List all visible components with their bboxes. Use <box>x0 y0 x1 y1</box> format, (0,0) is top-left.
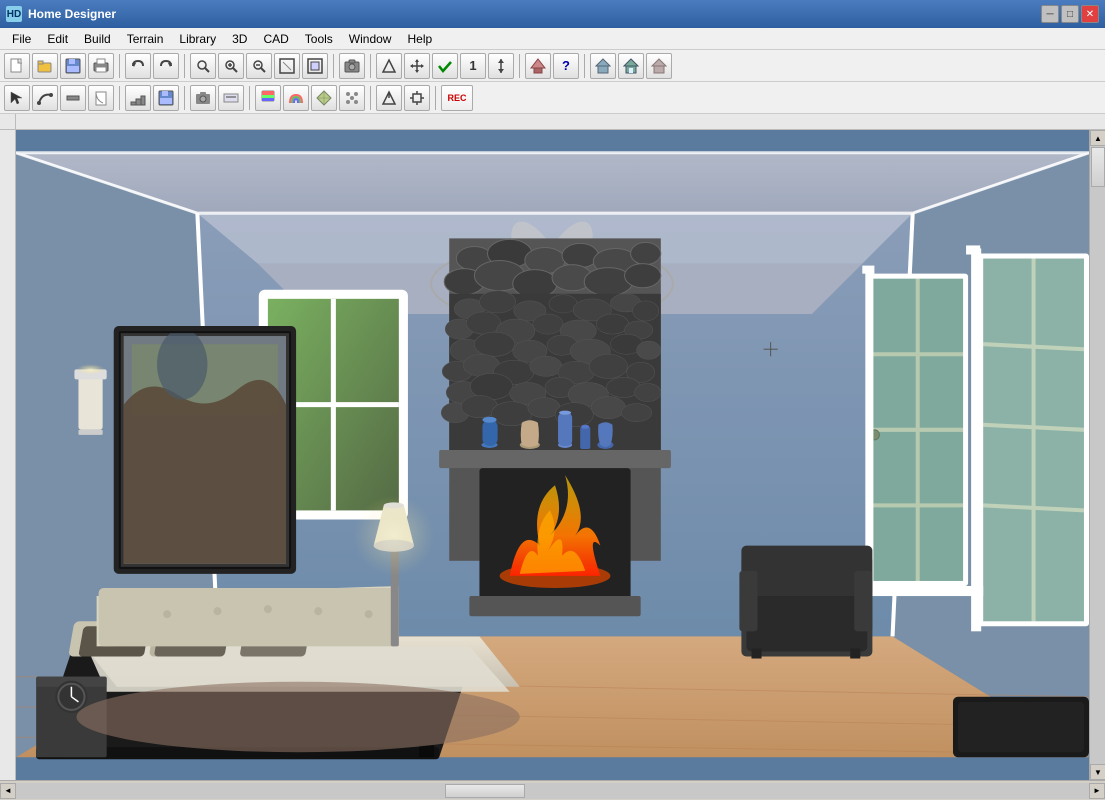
tb-sep-6 <box>584 54 585 78</box>
top-ruler <box>16 114 1105 130</box>
tb2-sep-1 <box>119 86 120 110</box>
transform-button[interactable] <box>404 85 430 111</box>
scroll-down-button[interactable]: ▼ <box>1090 764 1105 780</box>
redo-button[interactable] <box>153 53 179 79</box>
scroll-thumb[interactable] <box>1091 147 1105 187</box>
canvas-area[interactable] <box>16 130 1089 780</box>
menu-file[interactable]: File <box>4 30 39 48</box>
up-arrow-button[interactable] <box>376 53 402 79</box>
house3-button[interactable] <box>646 53 672 79</box>
zoom-magnify-button[interactable] <box>190 53 216 79</box>
bottom-bar: ◄ ► <box>0 780 1105 800</box>
menu-help[interactable]: Help <box>399 30 440 48</box>
menu-library[interactable]: Library <box>171 30 224 48</box>
maximize-button[interactable]: □ <box>1061 5 1079 23</box>
door-tool-button[interactable] <box>88 85 114 111</box>
tb2-sep-5 <box>435 86 436 110</box>
rec-button[interactable]: REC <box>441 85 473 111</box>
title-controls: ─ □ ✕ <box>1041 5 1099 23</box>
scroll-up-button[interactable]: ▲ <box>1090 130 1105 146</box>
print-button[interactable] <box>88 53 114 79</box>
save-button[interactable] <box>60 53 86 79</box>
texture-button[interactable] <box>311 85 337 111</box>
tb-sep-4 <box>370 54 371 78</box>
tb2-sep-3 <box>249 86 250 110</box>
zoom-out-button[interactable] <box>246 53 272 79</box>
wall-tool-button[interactable] <box>60 85 86 111</box>
scroll-track[interactable] <box>1090 146 1105 764</box>
open-button[interactable] <box>32 53 58 79</box>
toolbar1: 1 ? <box>0 50 1105 82</box>
measure-button[interactable]: 1 <box>460 53 486 79</box>
menu-3d[interactable]: 3D <box>224 30 255 48</box>
save-view-button[interactable] <box>153 85 179 111</box>
menu-terrain[interactable]: Terrain <box>119 30 172 48</box>
title-bar-left: HD Home Designer <box>6 6 116 22</box>
undo-button[interactable] <box>125 53 151 79</box>
tb2-sep-4 <box>370 86 371 110</box>
roof-button[interactable] <box>525 53 551 79</box>
scatter-button[interactable] <box>339 85 365 111</box>
menu-window[interactable]: Window <box>341 30 400 48</box>
view-select-button[interactable] <box>302 53 328 79</box>
tb-sep-1 <box>119 54 120 78</box>
stairs-button[interactable] <box>125 85 151 111</box>
camera-tool-button[interactable] <box>190 85 216 111</box>
title-text: Home Designer <box>28 7 116 21</box>
app-icon: HD <box>6 6 22 22</box>
dimensions-button[interactable] <box>218 85 244 111</box>
menu-tools[interactable]: Tools <box>297 30 341 48</box>
rainbow-button[interactable] <box>283 85 309 111</box>
tb-sep-3 <box>333 54 334 78</box>
check-button[interactable] <box>432 53 458 79</box>
tb-sep-2 <box>184 54 185 78</box>
select-button[interactable] <box>4 85 30 111</box>
right-scrollbar: ▲ ▼ <box>1089 130 1105 780</box>
h-scroll-thumb[interactable] <box>445 784 525 798</box>
left-ruler <box>0 114 16 780</box>
scroll-right-button[interactable]: ► <box>1089 783 1105 799</box>
tb2-sep-2 <box>184 86 185 110</box>
menu-bar: File Edit Build Terrain Library 3D CAD T… <box>0 28 1105 50</box>
house1-button[interactable] <box>590 53 616 79</box>
scroll-left-button[interactable]: ◄ <box>0 783 16 799</box>
close-button[interactable]: ✕ <box>1081 5 1099 23</box>
h-scroll-track[interactable] <box>16 783 1089 799</box>
height-button[interactable] <box>488 53 514 79</box>
tb-sep-5 <box>519 54 520 78</box>
content-row: ▲ ▼ <box>16 130 1105 780</box>
polyline-button[interactable] <box>32 85 58 111</box>
zoom-in-button[interactable] <box>218 53 244 79</box>
toolbar2: REC <box>0 82 1105 114</box>
move-up-button[interactable] <box>376 85 402 111</box>
camera-button[interactable] <box>339 53 365 79</box>
menu-cad[interactable]: CAD <box>255 30 296 48</box>
fit-view-button[interactable] <box>274 53 300 79</box>
menu-edit[interactable]: Edit <box>39 30 76 48</box>
title-bar: HD Home Designer ─ □ ✕ <box>0 0 1105 28</box>
pan-button[interactable] <box>404 53 430 79</box>
main-area: ▲ ▼ <box>0 114 1105 780</box>
paint-button[interactable] <box>255 85 281 111</box>
room-scene <box>16 130 1089 780</box>
menu-build[interactable]: Build <box>76 30 119 48</box>
minimize-button[interactable]: ─ <box>1041 5 1059 23</box>
new-button[interactable] <box>4 53 30 79</box>
help-button[interactable]: ? <box>553 53 579 79</box>
house2-button[interactable] <box>618 53 644 79</box>
